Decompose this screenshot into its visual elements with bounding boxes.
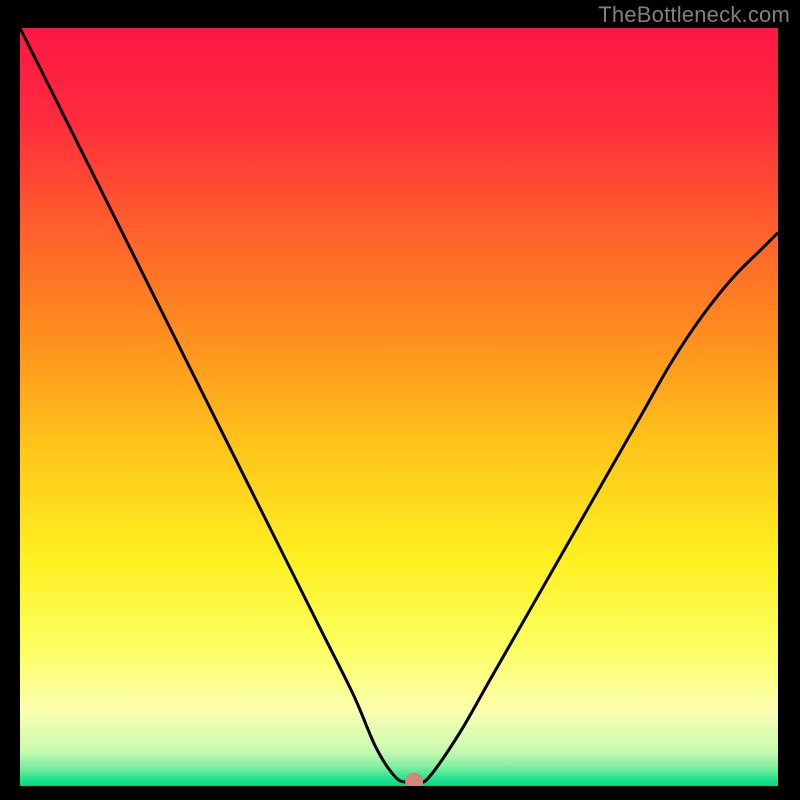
plot-area (20, 28, 778, 786)
chart-svg (20, 28, 778, 786)
watermark-text: TheBottleneck.com (598, 2, 790, 28)
gradient-background (20, 28, 778, 786)
chart-container: TheBottleneck.com (0, 0, 800, 800)
